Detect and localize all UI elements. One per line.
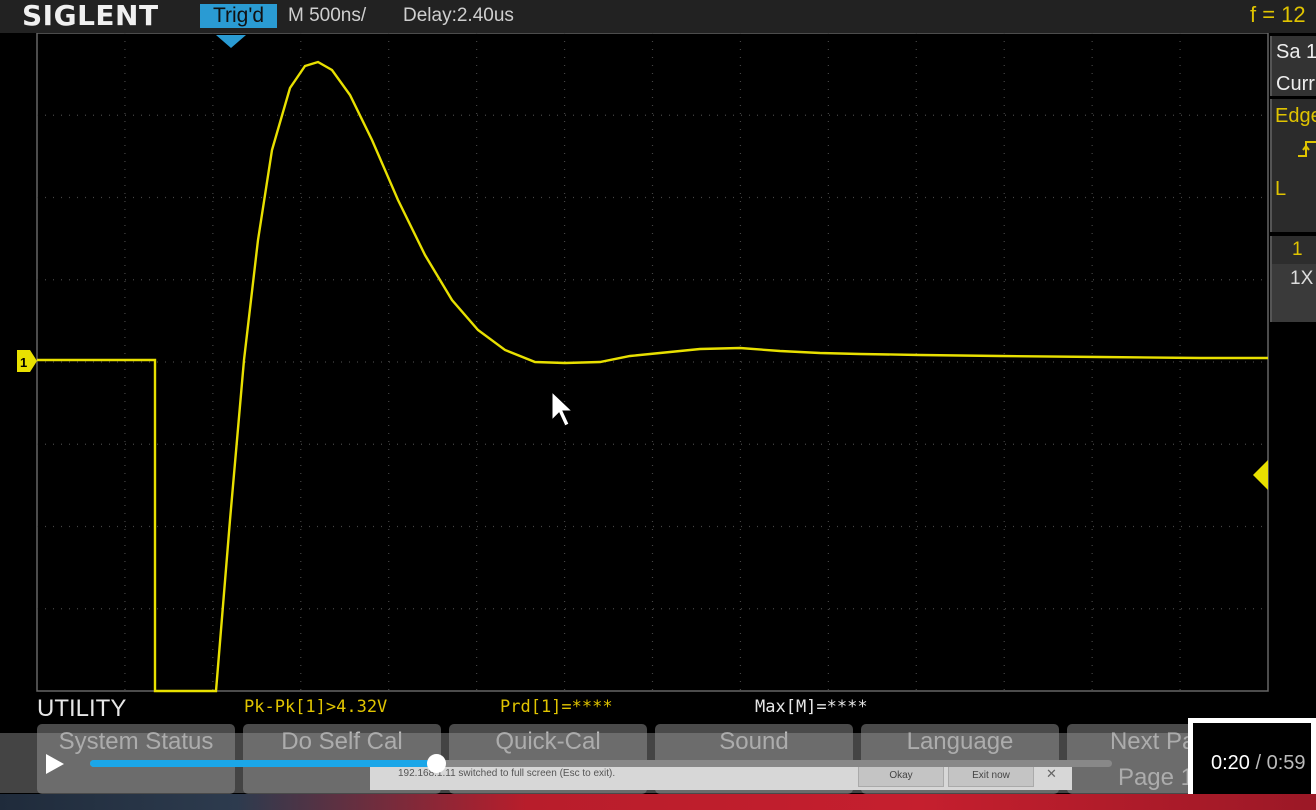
- time-separator: /: [1255, 752, 1262, 774]
- curr-label: Curr: [1276, 73, 1315, 95]
- trigger-type-label: Edge: [1275, 105, 1316, 127]
- trigger-panel: Edge L: [1270, 99, 1316, 232]
- seek-bar-progress: [90, 760, 437, 767]
- frequency-readout: f = 12: [1250, 2, 1306, 27]
- waveform-display: 1: [17, 33, 1269, 693]
- rising-edge-icon: [1272, 138, 1316, 166]
- channel1-marker-label: 1: [20, 355, 27, 370]
- acquisition-panel: Sa 1 Curr: [1270, 36, 1316, 96]
- measurement-max: Max[M]=****: [755, 697, 868, 717]
- channel1-panel[interactable]: 1 1X: [1270, 236, 1316, 322]
- menu-title: UTILITY: [37, 695, 127, 722]
- probe-attenuation-label: 1X: [1290, 268, 1314, 289]
- measurement-pkpk: Pk-Pk[1]>4.32V: [244, 697, 388, 717]
- trigger-level-label: L: [1275, 178, 1287, 200]
- okay-button[interactable]: Okay: [858, 765, 944, 787]
- time-display: 0:20 / 0:59: [1211, 752, 1306, 775]
- timebase-readout: M 500ns/: [288, 5, 367, 26]
- duration: 0:59: [1266, 752, 1306, 774]
- seek-bar[interactable]: [90, 754, 1112, 773]
- delay-readout: Delay:2.40us: [403, 5, 514, 26]
- current-time: 0:20: [1211, 752, 1250, 774]
- sample-rate-label: Sa 1: [1276, 41, 1316, 63]
- measurement-period: Prd[1]=****: [500, 697, 613, 717]
- background-strip: [0, 794, 1316, 810]
- play-icon: [46, 754, 64, 774]
- exit-now-button[interactable]: Exit now: [948, 765, 1034, 787]
- siglent-logo: SIGLENT: [22, 0, 159, 32]
- trigger-status-badge: Trig'd: [200, 4, 277, 28]
- close-icon[interactable]: ✕: [1046, 766, 1057, 782]
- play-button[interactable]: [43, 752, 67, 776]
- channel-number-label: 1: [1272, 236, 1316, 264]
- scope-status-bar: SIGLENT Trig'd M 500ns/ Delay:2.40us f =…: [0, 0, 1316, 33]
